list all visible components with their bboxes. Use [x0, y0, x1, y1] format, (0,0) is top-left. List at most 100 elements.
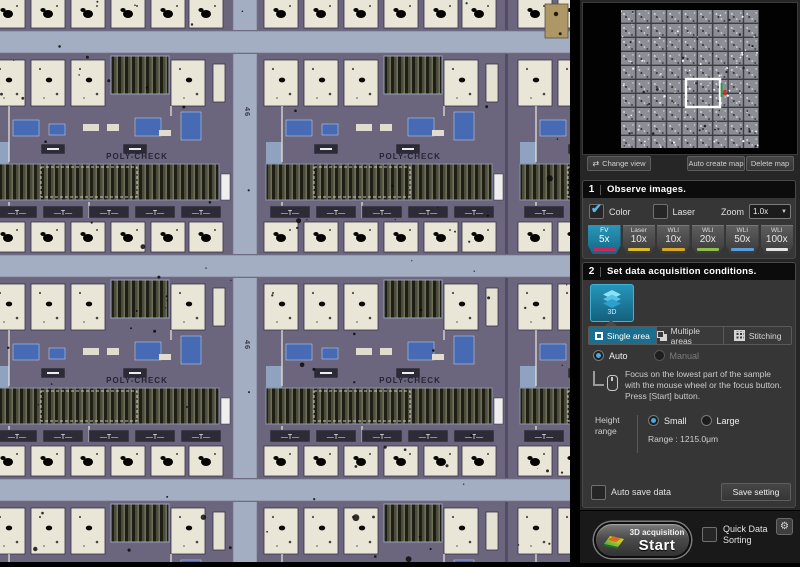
objective-color-bar — [628, 248, 651, 251]
objective-color-bar — [766, 248, 789, 251]
multiple-areas-icon — [657, 331, 664, 338]
auto-radio[interactable] — [593, 350, 604, 361]
change-view-label: Change view — [602, 159, 645, 168]
gear-icon: ⚙ — [780, 522, 789, 532]
range-value: Range : 1215.0μm — [648, 434, 754, 444]
start-button-label: Start — [639, 538, 676, 553]
start-button-subtitle: 3D acquisition — [630, 528, 685, 538]
auto-create-map-label: Auto create map — [688, 159, 743, 168]
surface-3d-icon — [601, 530, 626, 550]
height-range-label: Height range — [595, 415, 635, 453]
navigation-map[interactable] — [621, 10, 759, 148]
single-area-icon — [595, 332, 603, 340]
save-setting-label: Save setting — [733, 487, 780, 497]
auto-label: Auto — [609, 351, 628, 361]
color-label: Color — [609, 207, 631, 217]
zoom-value: 1.0x — [753, 207, 768, 216]
zoom-select[interactable]: 1.0x ▼ — [749, 204, 791, 219]
observe-images-section: 1 Observe images. ✔ Color Laser Zoom 1.0… — [582, 180, 796, 259]
scribe-lane — [0, 30, 570, 54]
objective-color-bar — [593, 248, 616, 251]
settings-gear-button[interactable]: ⚙ — [776, 518, 793, 535]
delete-map-label: Delete map — [751, 159, 789, 168]
objective-wli-50x[interactable]: WLI50x — [726, 225, 759, 254]
objective-color-bar — [731, 248, 754, 251]
change-view-icon: ⇄ — [592, 159, 599, 168]
auto-save-label: Auto save data — [611, 487, 671, 497]
quick-data-sorting-checkbox[interactable] — [702, 527, 717, 542]
objective-button-row: FV5xLaser10xWLI10xWLI20xWLI50xWLI100x — [588, 225, 793, 254]
lane-label: 46 — [243, 340, 252, 350]
height-large-radio[interactable] — [701, 415, 712, 426]
focus-instruction: Focus on the lowest part of the sample w… — [625, 369, 787, 391]
press-instruction: Press [Start] button. — [625, 391, 787, 402]
objective-mag-label: 5x — [599, 235, 610, 245]
area-tab-row: Single area Multiple areas Stitching — [588, 326, 792, 345]
auto-save-checkbox[interactable] — [591, 485, 606, 500]
mouse-icon — [607, 375, 618, 391]
header-divider — [600, 185, 601, 195]
tab-multiple-areas[interactable]: Multiple areas — [657, 327, 725, 344]
save-setting-button[interactable]: Save setting — [721, 483, 791, 501]
objective-fv-5x[interactable]: FV5x — [588, 225, 621, 254]
tab-label: Stitching — [749, 331, 782, 341]
objective-mag-label: 20x — [700, 235, 716, 245]
mode-3d-button[interactable]: 3D — [590, 284, 634, 322]
height-large-label: Large — [717, 416, 740, 426]
manual-label: Manual — [670, 351, 700, 361]
focus-instruction-block: Focus on the lowest part of the sample w… — [593, 369, 789, 402]
step-number: 1 — [583, 184, 600, 195]
focus-instruction-text: Focus on the lowest part of the sample w… — [625, 369, 787, 402]
vertical-divider — [637, 415, 638, 453]
tab-single-area[interactable]: Single area — [589, 327, 657, 344]
auto-save-row: Auto save data Save setting — [591, 483, 791, 501]
objective-wli-10x[interactable]: WLI10x — [657, 225, 690, 254]
control-panel: ⇄ Change view Auto create map Delete map… — [580, 0, 800, 562]
objective-wli-100x[interactable]: WLI100x — [761, 225, 794, 254]
observe-options-row: ✔ Color Laser Zoom 1.0x ▼ — [589, 203, 791, 220]
map-button-row: ⇄ Change view Auto create map Delete map — [580, 156, 798, 170]
tab-stitching[interactable]: Stitching — [724, 327, 791, 344]
header-divider — [600, 267, 601, 277]
check-icon: ✔ — [591, 201, 602, 217]
objective-laser-10x[interactable]: Laser10x — [623, 225, 656, 254]
zoom-label: Zoom — [721, 207, 744, 217]
tab-label: Multiple areas — [671, 326, 724, 345]
height-small-radio[interactable] — [648, 415, 659, 426]
delete-map-button[interactable]: Delete map — [746, 156, 794, 171]
micrograph-view[interactable]: POLY-CHECK—T——T——T——T——T—4646 — [0, 0, 570, 562]
auto-manual-row: Auto Manual — [593, 350, 699, 361]
scribe-lane — [0, 254, 570, 278]
observe-section-title: Observe images. — [607, 184, 686, 195]
auto-create-map-button[interactable]: Auto create map — [687, 156, 745, 171]
objective-wli-20x[interactable]: WLI20x — [692, 225, 725, 254]
navigation-map-area — [582, 2, 798, 155]
objective-mag-label: 100x — [766, 235, 788, 245]
start-3d-acquisition-button[interactable]: 3D acquisition Start — [594, 522, 691, 558]
quick-data-sorting-label: Quick Data Sorting — [723, 524, 768, 547]
change-view-button[interactable]: ⇄ Change view — [587, 156, 651, 171]
mode-3d-label: 3D — [608, 309, 617, 316]
acquisition-section-header: 2 Set data acquisition conditions. — [583, 263, 795, 280]
scribe-lane — [0, 478, 570, 502]
color-checkbox[interactable]: ✔ — [589, 204, 604, 219]
zoom-group: Zoom 1.0x ▼ — [721, 204, 791, 219]
manual-radio[interactable] — [654, 350, 665, 361]
chevron-down-icon: ▼ — [781, 209, 787, 215]
map-marker-red — [724, 90, 727, 95]
tab-label: Single area — [607, 331, 650, 341]
scribe-lane — [232, 0, 258, 562]
laser-checkbox[interactable] — [653, 204, 668, 219]
laser-label: Laser — [673, 207, 696, 217]
height-small-label: Small — [664, 416, 687, 426]
layers-3d-icon — [601, 290, 623, 308]
observe-section-header: 1 Observe images. — [583, 181, 795, 198]
acquisition-section-title: Set data acquisition conditions. — [607, 266, 756, 277]
step-number: 2 — [583, 266, 600, 277]
objective-mag-label: 10x — [665, 235, 681, 245]
objective-color-bar — [662, 248, 685, 251]
stitching-grid-icon — [734, 330, 745, 341]
connector-line — [593, 371, 604, 386]
objective-mag-label: 50x — [734, 235, 750, 245]
acquisition-section: 2 Set data acquisition conditions. 3D Si… — [582, 262, 796, 508]
